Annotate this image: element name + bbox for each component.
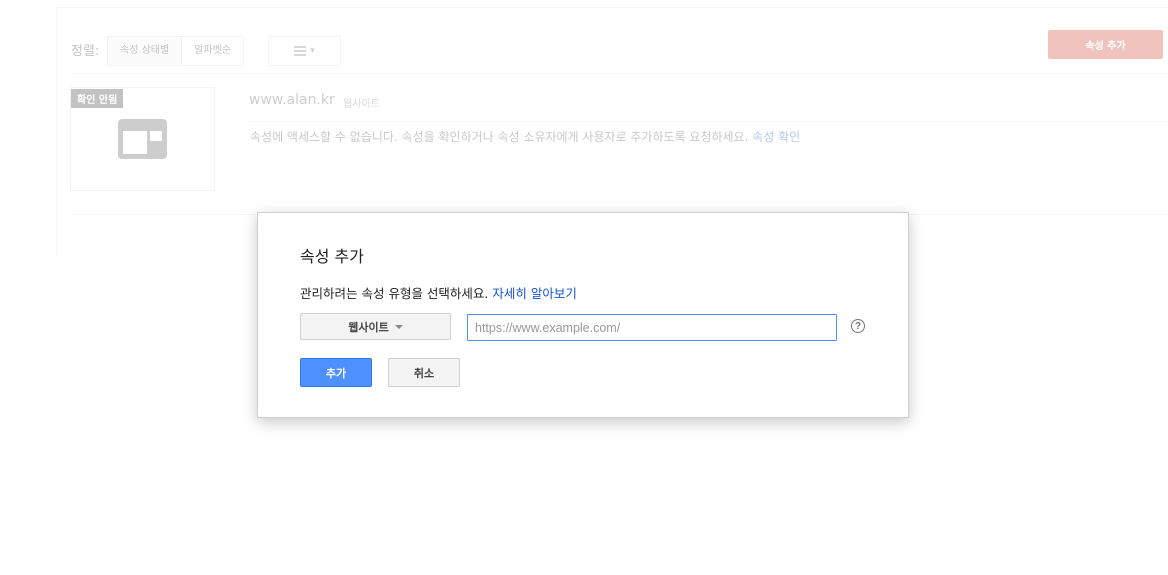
dropdown-arrow-icon: ▾ <box>310 46 315 56</box>
view-mode-button[interactable]: ▾ <box>268 36 341 66</box>
learn-more-link[interactable]: 자세히 알아보기 <box>492 286 576 301</box>
url-input[interactable] <box>467 314 837 341</box>
access-message-text: 속성에 액세스할 수 없습니다. 속성을 확인하거나 속성 소유자에게 사용자로… <box>250 130 749 144</box>
dialog-title: 속성 추가 <box>300 247 364 266</box>
header-divider <box>71 73 1168 74</box>
access-message: 속성에 액세스할 수 없습니다. 속성을 확인하거나 속성 소유자에게 사용자로… <box>250 128 800 145</box>
sort-button-group: 속성 상태별 알파벳순 <box>107 36 244 66</box>
cancel-button[interactable]: 취소 <box>388 358 460 387</box>
add-button[interactable]: 추가 <box>300 358 372 387</box>
verify-property-link[interactable]: 속성 확인 <box>752 130 800 144</box>
property-thumbnail[interactable]: 확인 안됨 <box>70 87 215 191</box>
list-view-icon <box>294 46 307 56</box>
property-type-label: 웹사이트 <box>343 99 380 110</box>
property-divider <box>249 121 1168 122</box>
property-url[interactable]: www.alan.kr <box>249 92 335 108</box>
top-divider <box>57 7 1168 8</box>
property-type-value: 웹사이트 <box>348 320 389 334</box>
unverified-badge: 확인 안됨 <box>71 89 124 108</box>
dialog-description-text: 관리하려는 속성 유형을 선택하세요. <box>300 286 489 301</box>
sort-by-status-button[interactable]: 속성 상태별 <box>108 37 182 65</box>
property-type-select[interactable]: 웹사이트 <box>300 313 451 340</box>
sort-label: 정렬: <box>71 44 100 59</box>
add-property-dialog: 속성 추가 관리하려는 속성 유형을 선택하세요. 자세히 알아보기 웹사이트 … <box>257 212 909 418</box>
dialog-description: 관리하려는 속성 유형을 선택하세요. 자세히 알아보기 <box>300 283 577 302</box>
chevron-down-icon <box>394 324 403 329</box>
left-divider <box>56 7 57 255</box>
add-property-button[interactable]: 속성 추가 <box>1048 30 1163 59</box>
sort-alphabetical-button[interactable]: 알파벳순 <box>181 37 243 65</box>
help-icon[interactable]: ? <box>851 319 865 333</box>
website-placeholder-icon <box>118 119 167 159</box>
